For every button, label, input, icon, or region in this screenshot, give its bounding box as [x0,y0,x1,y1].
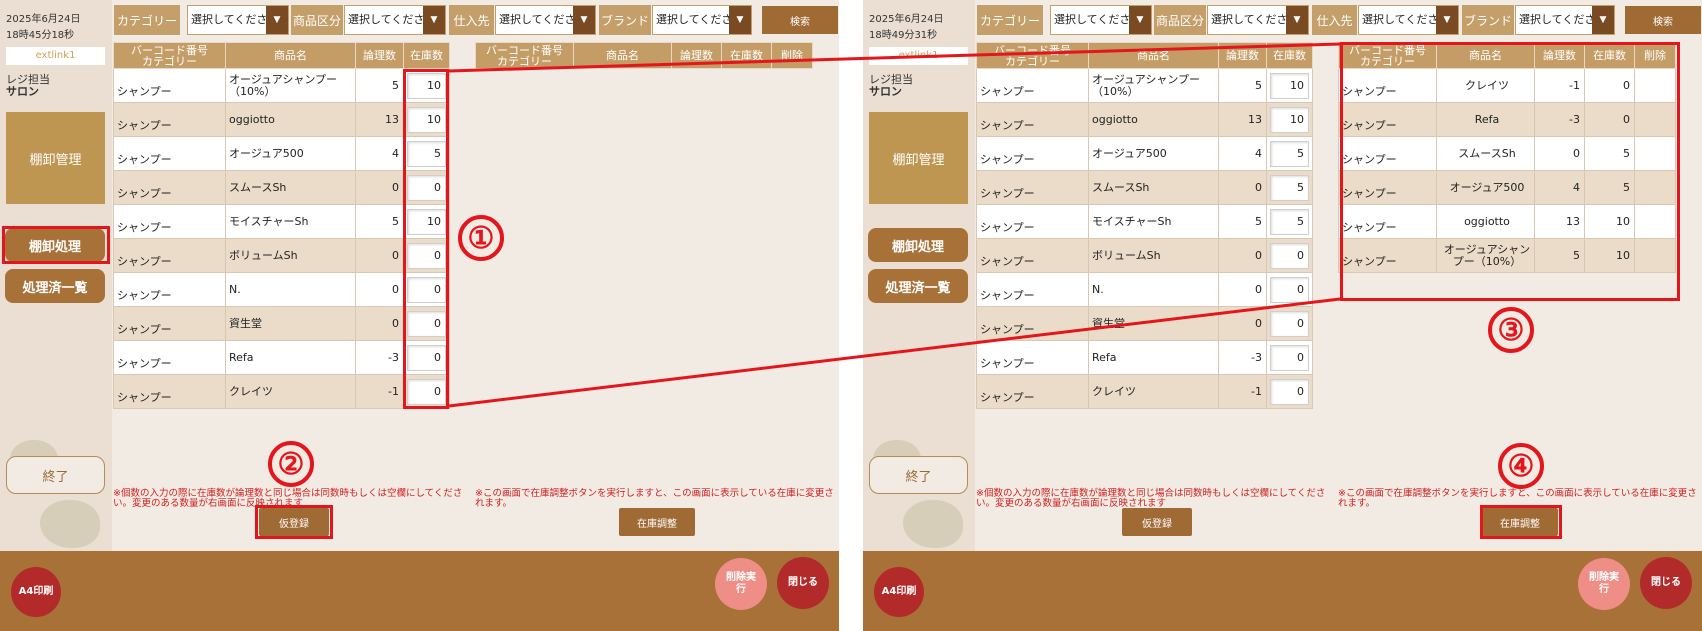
callout-2: ② [268,441,314,487]
callout-1: ① [458,215,504,261]
callout-3: ③ [1488,307,1534,353]
connector-line-top [448,42,1341,73]
callout-4: ④ [1498,443,1544,489]
connector-lines [448,42,1341,408]
connector-line-bottom [448,297,1341,408]
